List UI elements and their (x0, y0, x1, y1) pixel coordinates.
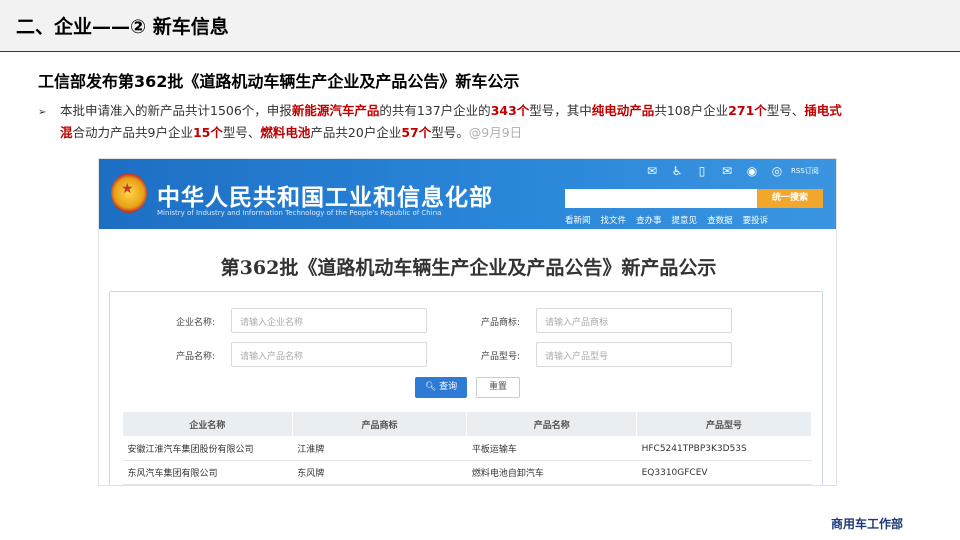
nav-item[interactable]: 要投诉 (743, 214, 769, 226)
site-nav: 看新闻 找文件 查办事 提意见 查数据 要投诉 (565, 214, 768, 226)
highlight-count-bev: 271个 (728, 103, 767, 118)
search-form-panel: 企业名称: 请输入企业名称 产品商标: 请输入产品商标 产品名称: 请输入产品名… (109, 291, 823, 485)
company-label: 企业名称: (176, 318, 216, 328)
table-cell: 东风汽车集团有限公司 (122, 460, 293, 485)
brand-label: 产品商标: (481, 318, 521, 328)
section-subtitle: 工信部发布第362批《道路机动车辆生产企业及产品公告》新车公示 (38, 72, 520, 91)
slide-header: 二、企业——② 新车信息 (0, 0, 960, 52)
wechat-icon[interactable]: ✉ (645, 164, 659, 178)
national-emblem-icon: ★ (111, 173, 147, 213)
bullet-text: 合动力产品共9户企业 (72, 125, 193, 140)
nav-item[interactable]: 查数据 (707, 214, 733, 226)
table-cell: 东风牌 (292, 460, 467, 485)
rss-icon[interactable]: ◎ (770, 164, 784, 178)
weibo-icon[interactable]: ◉ (745, 164, 759, 178)
company-name-input[interactable]: 请输入企业名称 (231, 308, 427, 333)
bullet-text: 本批申请准入的新产品共计1506个，申报 (60, 103, 292, 118)
slide-title: 二、企业——② 新车信息 (16, 16, 229, 38)
nav-item[interactable]: 找文件 (601, 214, 627, 226)
highlight-count-nev: 343个 (490, 103, 530, 118)
site-banner: ★ 中华人民共和国工业和信息化部 Ministry of Industry an… (99, 159, 836, 229)
model-label: 产品型号: (481, 352, 521, 362)
table-cell: EQ3310GFCEV (636, 460, 812, 485)
table-cell: HFC5241TPBP3K3D53S (636, 436, 812, 461)
slide: 二、企业——② 新车信息 工信部发布第362批《道路机动车辆生产企业及产品公告》… (0, 0, 960, 540)
results-table: 企业名称 产品商标 产品名称 产品型号 安徽江淮汽车集团股份有限公司 江淮牌 平… (122, 411, 812, 485)
nav-item[interactable]: 提意见 (672, 214, 698, 226)
table-row[interactable]: 安徽江淮汽车集团股份有限公司 江淮牌 平板运输车 HFC5241TPBP3K3D… (122, 436, 812, 461)
mail-icon[interactable]: ✉ (720, 164, 734, 178)
footer-department: 商用车工作部 (830, 517, 903, 531)
mobile-icon[interactable]: ▯ (695, 164, 709, 178)
model-input[interactable]: 请输入产品型号 (536, 342, 732, 367)
date-tag: @9月9日 (468, 125, 523, 140)
column-header: 产品名称 (466, 411, 638, 437)
highlight-fcev: 燃料电池 (260, 125, 311, 140)
site-name: 中华人民共和国工业和信息化部 (157, 184, 493, 211)
column-header: 产品型号 (636, 411, 812, 437)
miit-screenshot: ★ 中华人民共和国工业和信息化部 Ministry of Industry an… (98, 158, 837, 486)
bullet-text: 共108户企业 (654, 103, 729, 118)
bullet-text: 型号。 (431, 125, 469, 140)
announcement-heading: 第362批《道路机动车辆生产企业及产品公告》新产品公示 (220, 257, 717, 279)
accessibility-icon[interactable]: ♿ (670, 164, 684, 178)
table-row[interactable]: 东风汽车集团有限公司 东风牌 燃料电池自卸汽车 EQ3310GFCEV (122, 460, 812, 485)
highlight-count-phev: 15个 (192, 125, 223, 140)
bullet-arrow-icon: ➢ (38, 107, 47, 118)
site-name-en: Ministry of Industry and Information Tec… (157, 209, 442, 217)
table-cell: 安徽江淮汽车集团股份有限公司 (122, 436, 293, 461)
site-search-button[interactable]: 统一搜索 (757, 189, 823, 208)
bullet-text: 产品共20户企业 (310, 125, 402, 140)
reset-button[interactable]: 重置 (476, 377, 520, 398)
highlight-phev: 插电式 (804, 103, 842, 118)
table-header-row: 企业名称 产品商标 产品名称 产品型号 (122, 411, 812, 437)
table-cell: 燃料电池自卸汽车 (466, 460, 637, 485)
bullet-text: 型号，其中 (529, 103, 592, 118)
product-name-input[interactable]: 请输入产品名称 (231, 342, 427, 367)
table-cell: 江淮牌 (292, 436, 467, 461)
table-cell: 平板运输车 (466, 436, 637, 461)
column-header: 企业名称 (122, 411, 293, 437)
bullet-paragraph: ➢ 本批申请准入的新产品共计1506个，申报新能源汽车产品的共有137户企业的34… (38, 101, 928, 143)
search-icon: 🔍︎ (424, 382, 440, 392)
nav-item[interactable]: 查办事 (636, 214, 662, 226)
brand-input[interactable]: 请输入产品商标 (536, 308, 732, 333)
product-label: 产品名称: (176, 352, 216, 362)
header-icons: ✉ ♿ ▯ ✉ ◉ ◎ RSS订阅 (645, 164, 819, 178)
bullet-text: 的共有137户企业的 (379, 103, 491, 118)
highlight-nev: 新能源汽车产品 (291, 103, 380, 118)
query-button-label: 查询 (439, 382, 458, 392)
highlight-phev-cont: 混 (60, 125, 73, 140)
site-search-input[interactable] (565, 189, 757, 208)
highlight-bev: 纯电动产品 (591, 103, 655, 118)
column-header: 产品商标 (291, 411, 468, 437)
bullet-text: 型号、 (766, 103, 805, 118)
bullet-text: 型号、 (222, 125, 261, 140)
nav-item[interactable]: 看新闻 (565, 214, 591, 226)
highlight-count-fcev: 57个 (401, 125, 432, 140)
rss-label[interactable]: RSS订阅 (791, 166, 819, 176)
query-button[interactable]: 🔍︎ 查询 (415, 377, 467, 398)
